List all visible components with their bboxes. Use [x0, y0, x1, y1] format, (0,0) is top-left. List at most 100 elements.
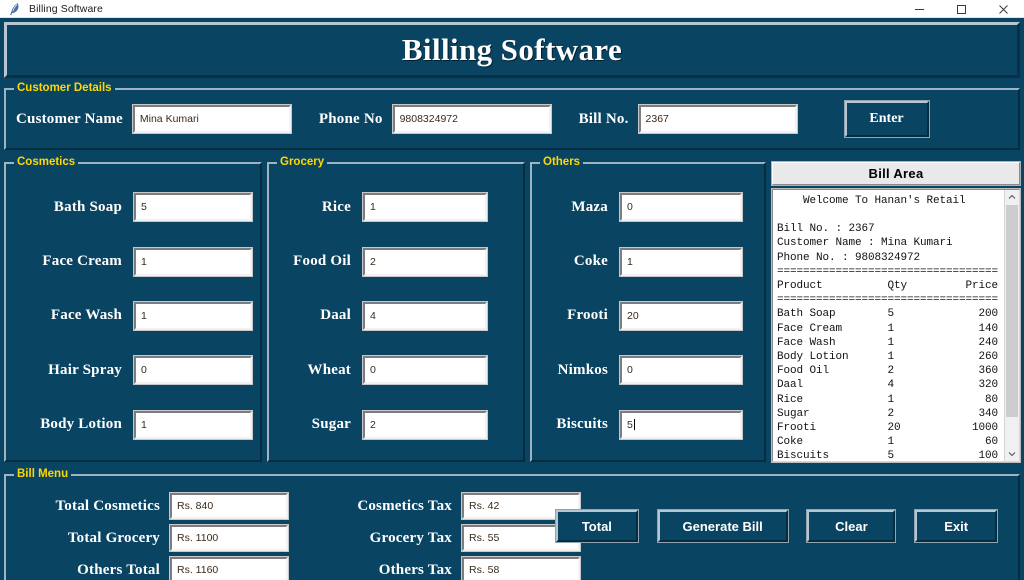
food-oil-input[interactable]: 2 [362, 246, 488, 277]
minimize-icon[interactable] [898, 0, 940, 18]
biscuits-input-value: 5 [627, 418, 633, 431]
grocery-group-label: Grocery [277, 156, 328, 168]
others-total-value[interactable]: Rs. 1160 [169, 556, 289, 580]
bill-area-scrollbar[interactable] [1004, 189, 1019, 461]
grocery-item-row: Rice 1 [273, 190, 515, 224]
face-wash-label: Face Wash [50, 307, 122, 324]
grocery-item-row: Wheat 0 [273, 353, 515, 387]
bill-area-header: Bill Area [771, 161, 1021, 186]
hair-spray-input[interactable]: 0 [133, 355, 253, 386]
others-tax-label: Others Tax [378, 561, 452, 578]
customer-name-input[interactable]: Mina Kumari [131, 104, 292, 134]
app-banner: Billing Software [4, 22, 1020, 78]
grocery-group: Grocery Rice 1 Food Oil 2 Daal 4 Wheat 0 [267, 156, 525, 462]
scrollbar-thumb[interactable] [1006, 204, 1018, 418]
cosmetics-group: Cosmetics Bath Soap 5 Face Cream 1 Face … [4, 156, 262, 462]
bath-soap-label: Bath Soap [53, 198, 122, 215]
phone-no-label: Phone No [318, 110, 383, 127]
cosmetics-item-row: Face Wash 1 [10, 299, 253, 333]
daal-label: Daal [320, 307, 351, 324]
total-grocery-label: Total Grocery [67, 529, 160, 546]
bill-area-body: Welcome To Hanan's Retail Bill No. : 236… [771, 187, 1021, 464]
maza-label: Maza [571, 198, 608, 215]
others-item-row: Coke 1 [536, 245, 756, 279]
bill-menu-row: Others Total Rs. 1160 Others Tax Rs. 58 [12, 554, 581, 580]
page-title: Billing Software [401, 32, 623, 67]
wheat-label: Wheat [307, 361, 351, 378]
face-wash-input[interactable]: 1 [133, 300, 253, 331]
phone-no-input[interactable]: 9808324972 [391, 104, 552, 134]
cosmetics-item-row: Body Lotion 1 [10, 408, 253, 442]
wheat-input[interactable]: 0 [362, 355, 488, 386]
others-item-row: Maza 0 [536, 190, 756, 224]
cosmetics-item-row: Hair Spray 0 [10, 353, 253, 387]
bill-menu-actions: Total Generate Bill Clear Exit [541, 486, 1018, 580]
grocery-item-row: Food Oil 2 [273, 245, 515, 279]
chevron-up-icon[interactable] [1005, 190, 1019, 205]
bill-no-input[interactable]: 2367 [637, 104, 798, 134]
maza-input[interactable]: 0 [619, 192, 743, 223]
customer-details-group-label: Customer Details [14, 82, 115, 94]
rice-label: Rice [321, 198, 351, 215]
customer-details-group: Customer Details Customer Name Mina Kuma… [4, 82, 1020, 150]
cosmetics-item-row: Bath Soap 5 [10, 190, 253, 224]
window-controls [898, 0, 1024, 18]
coke-input[interactable]: 1 [619, 246, 743, 277]
bill-area-text[interactable]: Welcome To Hanan's Retail Bill No. : 236… [773, 190, 1004, 461]
body-lotion-label: Body Lotion [40, 416, 122, 433]
face-cream-label: Face Cream [42, 253, 122, 270]
bill-menu-row: Total Grocery Rs. 1100 Grocery Tax Rs. 5… [12, 522, 581, 554]
bill-no-label: Bill No. [578, 110, 629, 127]
rice-input[interactable]: 1 [362, 192, 488, 223]
bill-menu-totals: Total Cosmetics Rs. 840 Cosmetics Tax Rs… [6, 486, 581, 580]
others-item-row: Biscuits 5 [536, 408, 756, 442]
bill-menu-row: Total Cosmetics Rs. 840 Cosmetics Tax Rs… [12, 490, 581, 522]
body-lotion-input[interactable]: 1 [133, 409, 253, 440]
bill-menu-group: Bill Menu Total Cosmetics Rs. 840 Cosmet… [4, 468, 1020, 580]
categories-and-bill-row: Cosmetics Bath Soap 5 Face Cream 1 Face … [4, 156, 1021, 464]
scrollbar-track[interactable] [1005, 204, 1019, 446]
others-group: Others Maza 0 Coke 1 Frooti 20 Nimkos 0 [530, 156, 766, 462]
coke-label: Coke [573, 253, 608, 270]
bath-soap-input[interactable]: 5 [133, 192, 253, 223]
daal-input[interactable]: 4 [362, 300, 488, 331]
cosmetics-item-row: Face Cream 1 [10, 245, 253, 279]
application-surface: Billing Software Customer Details Custom… [0, 18, 1024, 580]
others-total-label: Others Total [77, 561, 160, 578]
nimkos-input[interactable]: 0 [619, 355, 743, 386]
others-group-label: Others [540, 156, 584, 168]
total-cosmetics-label: Total Cosmetics [55, 497, 160, 514]
chevron-down-icon[interactable] [1005, 446, 1019, 461]
feather-icon [7, 2, 23, 16]
face-cream-input[interactable]: 1 [133, 246, 253, 277]
cosmetics-group-label: Cosmetics [14, 156, 79, 168]
text-caret [633, 419, 635, 431]
grocery-tax-label: Grocery Tax [369, 529, 452, 546]
clear-button[interactable]: Clear [806, 509, 897, 543]
total-grocery-value[interactable]: Rs. 1100 [169, 524, 289, 552]
total-button[interactable]: Total [554, 509, 639, 543]
exit-button[interactable]: Exit [914, 509, 999, 543]
food-oil-label: Food Oil [293, 253, 351, 270]
total-cosmetics-value[interactable]: Rs. 840 [169, 492, 289, 520]
sugar-input[interactable]: 2 [362, 409, 488, 440]
hair-spray-label: Hair Spray [48, 361, 122, 378]
maximize-icon[interactable] [940, 0, 982, 18]
sugar-label: Sugar [311, 416, 351, 433]
cosmetics-tax-label: Cosmetics Tax [357, 497, 452, 514]
grocery-item-row: Daal 4 [273, 299, 515, 333]
window-title: Billing Software [29, 2, 103, 15]
frooti-input[interactable]: 20 [619, 300, 743, 331]
biscuits-input[interactable]: 5 [619, 409, 743, 440]
bill-area-panel: Bill Area Welcome To Hanan's Retail Bill… [771, 161, 1021, 464]
generate-bill-button[interactable]: Generate Bill [656, 509, 789, 543]
customer-name-label: Customer Name [16, 110, 123, 127]
bill-menu-group-label: Bill Menu [14, 468, 72, 480]
enter-button[interactable]: Enter [843, 100, 930, 138]
nimkos-label: Nimkos [557, 361, 608, 378]
biscuits-label: Biscuits [556, 416, 608, 433]
others-item-row: Frooti 20 [536, 299, 756, 333]
grocery-item-row: Sugar 2 [273, 408, 515, 442]
window-titlebar: Billing Software [0, 0, 1024, 18]
close-icon[interactable] [982, 0, 1024, 18]
